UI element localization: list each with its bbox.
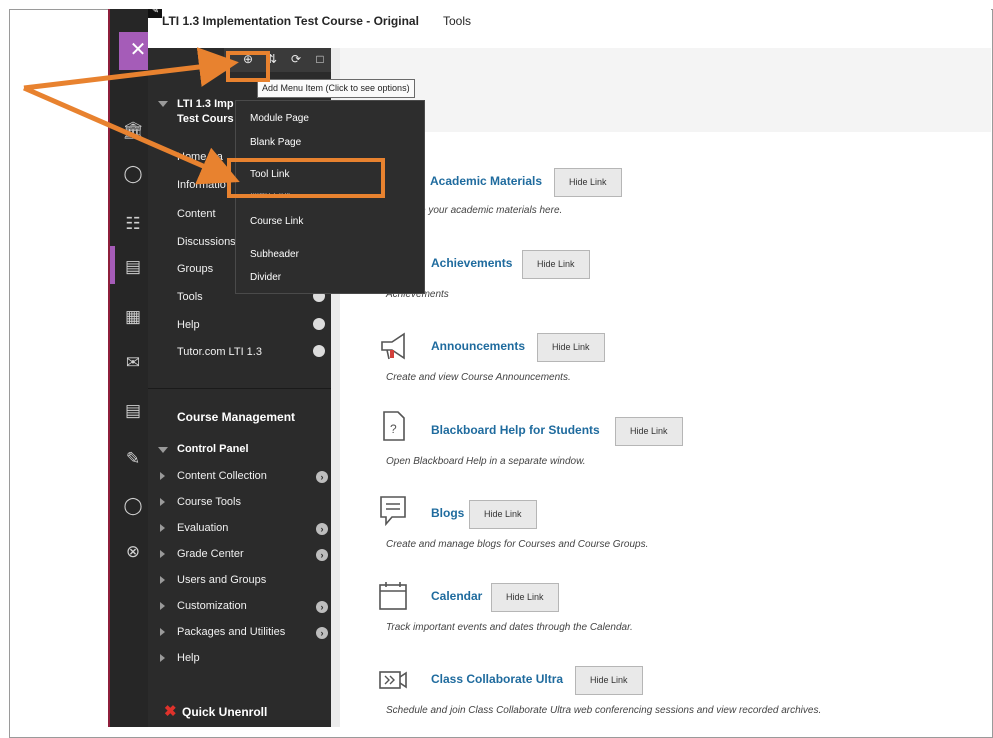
app-window: ✕ 🏛 ◯ ☷ ▤ ▦ ✉ ▤ ✎ ◯ ⊗ ✎ LTI 1.3 Implemen…: [9, 9, 991, 736]
annotation-arrows: [23, 47, 240, 185]
arrow-to-tool-link: [23, 85, 240, 185]
arrow-to-add-button: [23, 47, 239, 91]
